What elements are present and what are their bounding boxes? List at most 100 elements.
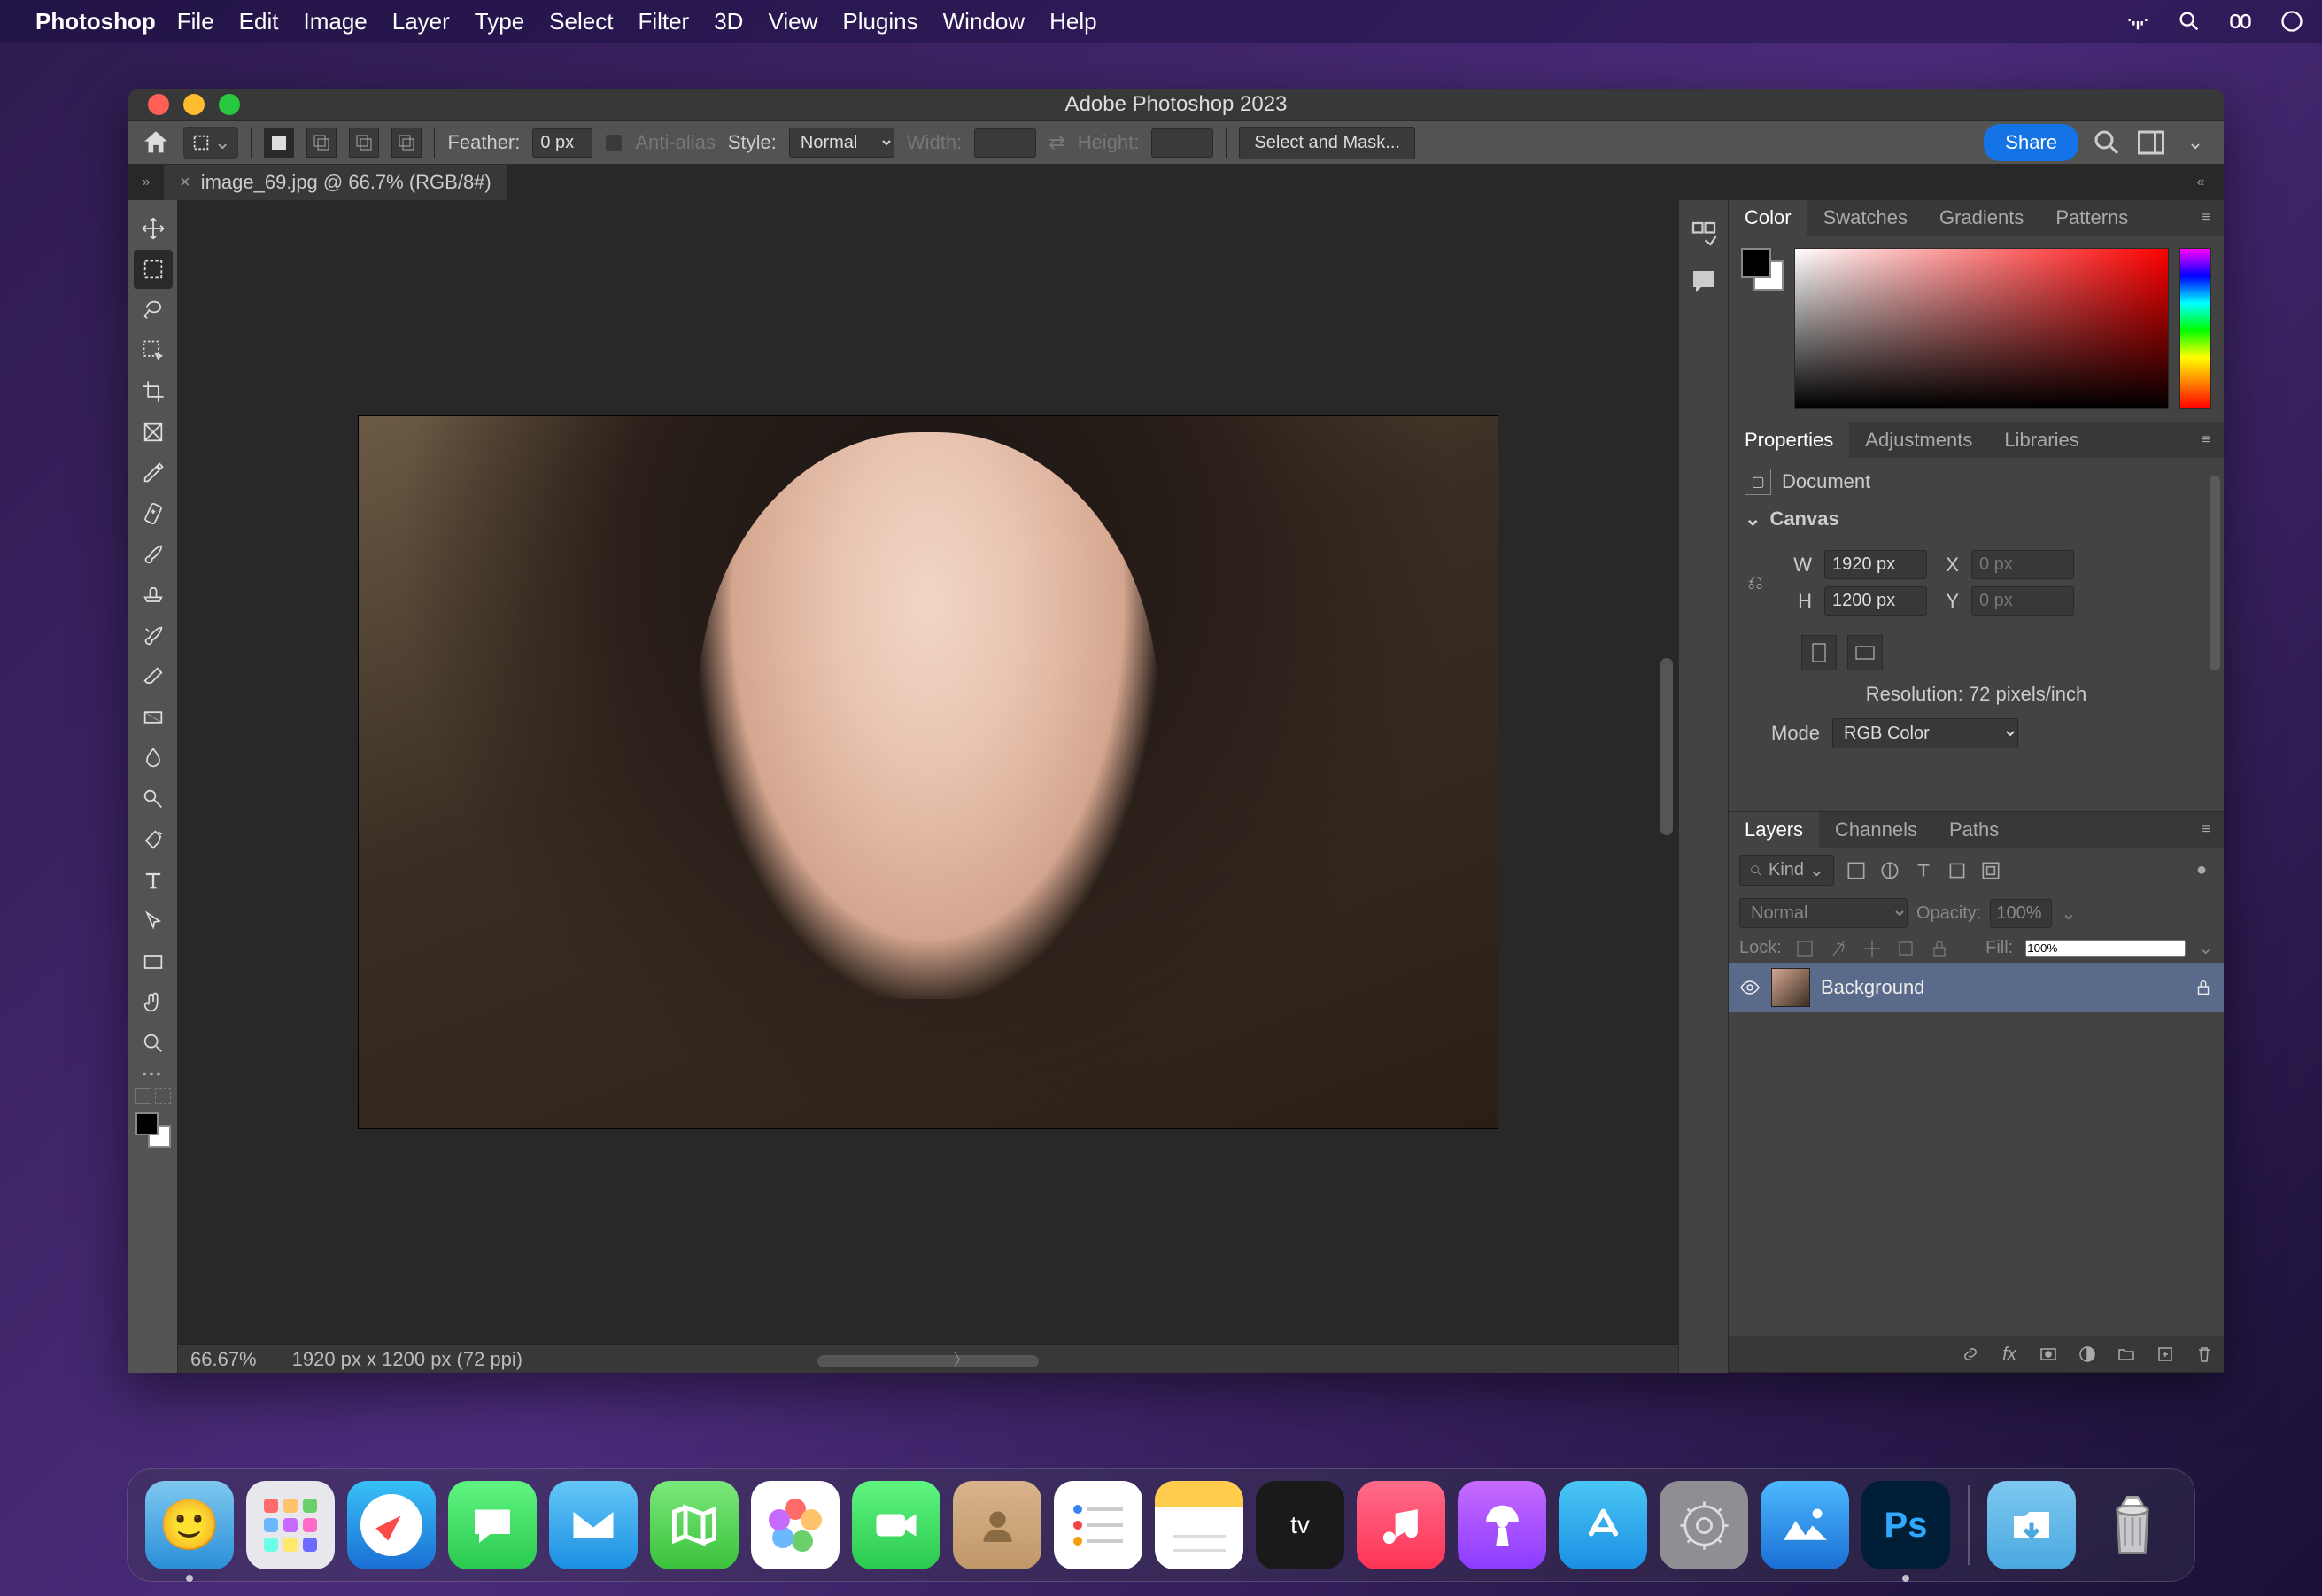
menu-plugins[interactable]: Plugins	[842, 8, 917, 35]
lock-move-icon[interactable]	[1861, 938, 1883, 959]
spotlight-icon[interactable]	[2177, 9, 2202, 34]
tab-channels[interactable]: Channels	[1819, 812, 1933, 848]
document-dimensions[interactable]: 1920 px x 1200 px (72 ppi)	[292, 1348, 523, 1371]
filter-pixel-icon[interactable]	[1845, 859, 1868, 882]
status-chevron-icon[interactable]: 〉	[954, 1348, 970, 1371]
link-layers-icon[interactable]	[1960, 1344, 1981, 1365]
panel-menu-icon[interactable]: ≡	[2188, 812, 2224, 848]
menu-edit[interactable]: Edit	[239, 8, 279, 35]
new-layer-icon[interactable]	[2155, 1344, 2176, 1365]
panel-menu-icon[interactable]: ≡	[2188, 200, 2224, 236]
tab-swatches[interactable]: Swatches	[1807, 200, 1923, 236]
selection-intersect-icon[interactable]	[391, 128, 422, 158]
brush-tool-icon[interactable]	[134, 535, 173, 574]
delete-layer-icon[interactable]	[2194, 1344, 2215, 1365]
home-icon[interactable]	[141, 128, 171, 158]
color-fg-bg-swatches[interactable]	[1741, 248, 1784, 291]
tab-adjustments[interactable]: Adjustments	[1849, 422, 1988, 458]
app-name-menu[interactable]: Photoshop	[35, 8, 156, 35]
portrait-icon[interactable]	[1801, 635, 1837, 670]
layer-filter-kind[interactable]: Kind ⌄	[1739, 855, 1834, 886]
marquee-tool-icon[interactable]	[134, 250, 173, 289]
move-tool-icon[interactable]	[134, 209, 173, 248]
collapse-right-icon[interactable]: «	[2183, 165, 2218, 200]
menu-window[interactable]: Window	[943, 8, 1025, 35]
dock-music[interactable]	[1357, 1481, 1445, 1569]
dock-notes[interactable]	[1155, 1481, 1243, 1569]
quick-mask-icon[interactable]	[155, 1088, 171, 1104]
selection-subtract-icon[interactable]	[349, 128, 379, 158]
object-select-tool-icon[interactable]	[134, 331, 173, 370]
dock-landscape[interactable]	[1761, 1481, 1849, 1569]
edit-toolbar-icon[interactable]	[135, 1088, 151, 1104]
menu-file[interactable]: File	[177, 8, 214, 35]
close-tab-icon[interactable]: ×	[180, 173, 190, 193]
tab-color[interactable]: Color	[1729, 200, 1807, 236]
lock-position-icon[interactable]	[1828, 938, 1849, 959]
color-swatches-tool[interactable]	[134, 1111, 173, 1150]
style-select[interactable]: Normal	[789, 128, 894, 158]
dock-facetime[interactable]	[852, 1481, 940, 1569]
selection-add-icon[interactable]	[306, 128, 337, 158]
layer-thumbnail[interactable]	[1771, 968, 1810, 1007]
workspace-icon[interactable]	[2135, 127, 2167, 159]
siri-icon[interactable]	[2279, 9, 2304, 34]
lasso-tool-icon[interactable]	[134, 291, 173, 329]
filter-type-icon[interactable]	[1912, 859, 1935, 882]
lock-artboard-icon[interactable]	[1895, 938, 1916, 959]
tab-gradients[interactable]: Gradients	[1923, 200, 2039, 236]
dock-reminders[interactable]	[1054, 1481, 1142, 1569]
select-and-mask-button[interactable]: Select and Mask...	[1239, 127, 1415, 159]
mask-icon[interactable]	[2038, 1344, 2059, 1365]
panel-menu-icon[interactable]: ≡	[2188, 422, 2224, 458]
color-mode-select[interactable]: RGB Color	[1832, 718, 2018, 748]
dock-trash[interactable]	[2088, 1481, 2177, 1569]
traffic-close[interactable]	[148, 94, 169, 115]
properties-scrollbar[interactable]	[2210, 476, 2220, 670]
eyedropper-tool-icon[interactable]	[134, 453, 173, 492]
group-icon[interactable]	[2116, 1344, 2137, 1365]
path-select-tool-icon[interactable]	[134, 902, 173, 941]
tab-layers[interactable]: Layers	[1729, 812, 1819, 848]
dock-settings[interactable]	[1660, 1481, 1748, 1569]
menu-3d[interactable]: 3D	[714, 8, 743, 35]
dock-finder[interactable]: 🙂	[145, 1481, 234, 1569]
dock-launchpad[interactable]	[246, 1481, 335, 1569]
tab-properties[interactable]: Properties	[1729, 422, 1849, 458]
scrollbar-horizontal[interactable]	[817, 1355, 1039, 1367]
height-field[interactable]	[1824, 586, 1927, 616]
tab-patterns[interactable]: Patterns	[2039, 200, 2144, 236]
dock-maps[interactable]	[650, 1481, 739, 1569]
canvas-image[interactable]	[359, 416, 1498, 1128]
comments-panel-icon[interactable]	[1688, 266, 1720, 298]
document-tab[interactable]: × image_69.jpg @ 66.7% (RGB/8#)	[164, 165, 507, 200]
selection-new-icon[interactable]	[264, 128, 294, 158]
lock-all-icon[interactable]	[1929, 938, 1950, 959]
blur-tool-icon[interactable]	[134, 739, 173, 778]
link-dims-icon[interactable]: ⎌	[1745, 562, 1766, 604]
menu-help[interactable]: Help	[1049, 8, 1096, 35]
frame-tool-icon[interactable]	[134, 413, 173, 452]
type-tool-icon[interactable]	[134, 861, 173, 900]
scrollbar-vertical[interactable]	[1660, 658, 1673, 835]
zoom-tool-icon[interactable]	[134, 1024, 173, 1063]
search-icon[interactable]	[2091, 127, 2123, 159]
hue-strip[interactable]	[2179, 248, 2211, 409]
menu-type[interactable]: Type	[475, 8, 524, 35]
collapse-left-icon[interactable]: »	[128, 165, 164, 200]
workspace-chevron-icon[interactable]: ⌄	[2179, 127, 2211, 159]
feather-input[interactable]	[532, 128, 592, 158]
menu-view[interactable]: View	[768, 8, 817, 35]
filter-smart-icon[interactable]	[1979, 859, 2002, 882]
gradient-tool-icon[interactable]	[134, 698, 173, 737]
menu-layer[interactable]: Layer	[392, 8, 450, 35]
lock-icon[interactable]	[2194, 978, 2213, 997]
zoom-percentage[interactable]: 66.67%	[190, 1348, 257, 1371]
tab-libraries[interactable]: Libraries	[1988, 422, 2094, 458]
filter-adjust-icon[interactable]	[1878, 859, 1901, 882]
control-center-icon[interactable]	[2228, 9, 2253, 34]
tab-paths[interactable]: Paths	[1933, 812, 2015, 848]
healing-brush-tool-icon[interactable]	[134, 494, 173, 533]
landscape-icon[interactable]	[1847, 635, 1883, 670]
traffic-minimize[interactable]	[183, 94, 205, 115]
